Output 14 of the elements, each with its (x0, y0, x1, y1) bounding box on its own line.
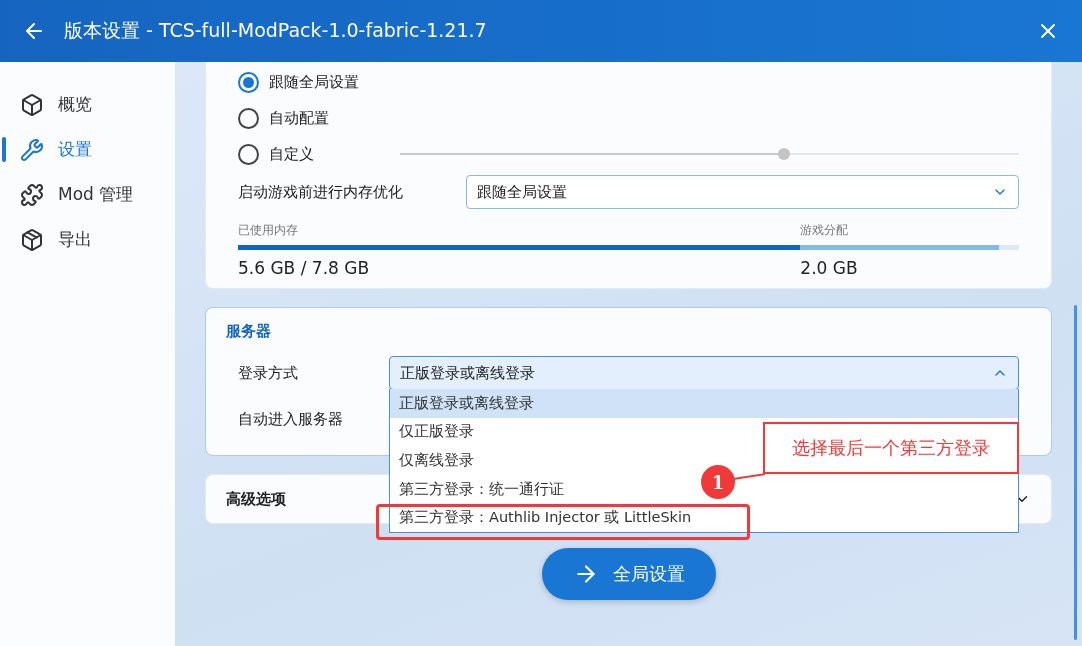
radio-label: 自定义 (269, 144, 314, 164)
allocated-memory-value: 2.0 GB (800, 258, 858, 278)
field-label: 登录方式 (238, 363, 299, 383)
used-memory-label: 已使用内存 (238, 222, 299, 239)
field-label: 自动进入服务器 (238, 409, 344, 429)
field-label: 启动游戏前进行内存优化 (238, 182, 404, 202)
section-title: 服务器 (226, 322, 272, 341)
radio-label: 跟随全局设置 (269, 72, 359, 92)
annotation-tooltip: 选择最后一个第三方登录 (763, 422, 1019, 474)
used-memory-value: 5.6 GB / 7.8 GB (238, 258, 371, 278)
allocated-memory-label: 游戏分配 (800, 222, 849, 239)
window-title: 版本设置 - TCS-full-ModPack-1.0-fabric-1.21.7 (64, 18, 488, 43)
radio-label: 自动配置 (269, 108, 329, 128)
section-title: 高级选项 (226, 489, 286, 509)
